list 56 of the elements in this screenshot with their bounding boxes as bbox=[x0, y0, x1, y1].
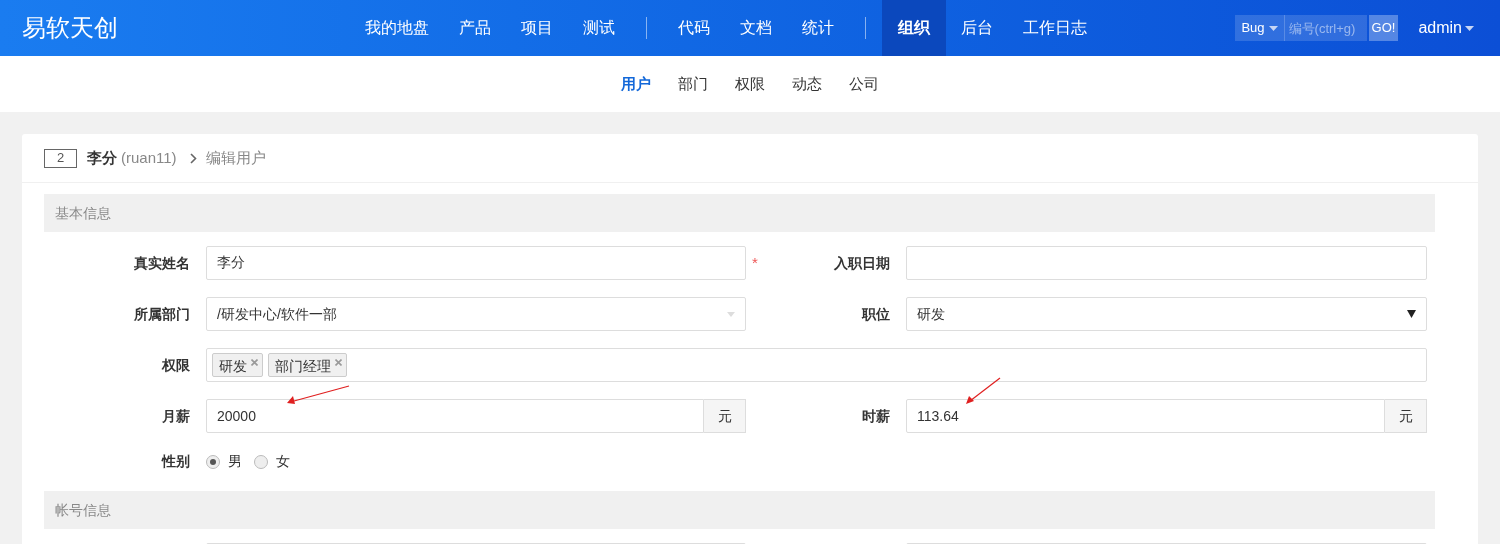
radio-option[interactable]: 女 bbox=[254, 451, 290, 472]
nav-tab[interactable]: 我的地盘 bbox=[350, 0, 444, 56]
go-button[interactable]: GO! bbox=[1368, 15, 1399, 41]
subnav-tab[interactable]: 部门 bbox=[678, 72, 708, 96]
nav-tab[interactable]: 组织 bbox=[882, 0, 946, 56]
nav-tab[interactable]: 后台 bbox=[946, 0, 1008, 56]
subnav-tab[interactable]: 用户 bbox=[621, 72, 651, 96]
close-icon[interactable] bbox=[335, 359, 342, 366]
page-title: 编辑用户 bbox=[205, 147, 266, 168]
caret-icon bbox=[727, 311, 735, 317]
field-label: 性别 bbox=[160, 452, 190, 471]
user-account: (ruan11) bbox=[121, 147, 177, 168]
nav-tab[interactable]: 代码 bbox=[663, 0, 725, 56]
number-field[interactable]: 113.64 bbox=[906, 399, 1385, 433]
subnav-tab[interactable]: 权限 bbox=[735, 72, 765, 96]
field-label: 职位 bbox=[860, 304, 890, 324]
field-label: 时薪 bbox=[861, 406, 890, 426]
required-mark: * bbox=[751, 252, 759, 273]
caret-icon bbox=[1268, 25, 1278, 31]
nav-tab[interactable]: 项目 bbox=[506, 0, 568, 56]
number-field[interactable]: 20000 bbox=[206, 399, 704, 433]
radio-button[interactable] bbox=[254, 454, 268, 469]
nav-tab[interactable]: 测试 bbox=[568, 0, 630, 56]
user-menu[interactable]: admin bbox=[1418, 16, 1474, 40]
radio-button[interactable] bbox=[206, 454, 220, 469]
section-header: 帐号信息 bbox=[44, 491, 1435, 529]
text-field[interactable]: 李分 bbox=[206, 246, 746, 280]
subnav-tab[interactable]: 动态 bbox=[792, 72, 822, 96]
permission-tag[interactable]: 部门经理 bbox=[268, 353, 347, 377]
field-label: 真实姓名 bbox=[133, 253, 190, 273]
close-icon[interactable] bbox=[251, 359, 258, 366]
unit-addon: 元 bbox=[1385, 399, 1427, 433]
nav-tab[interactable]: 工作日志 bbox=[1008, 0, 1102, 56]
chevron-right-icon bbox=[189, 152, 197, 164]
unit-addon: 元 bbox=[704, 399, 746, 433]
permission-field[interactable]: 研发 部门经理 bbox=[206, 348, 1427, 382]
user-id-badge: 2 bbox=[44, 148, 77, 168]
user-name: 李分 bbox=[87, 147, 117, 168]
field-label: 权限 bbox=[161, 355, 190, 375]
department-picker[interactable]: /研发中心/软件一部 bbox=[206, 297, 746, 331]
permission-tag[interactable]: 研发 bbox=[212, 353, 263, 377]
nav-tab[interactable]: 产品 bbox=[444, 0, 506, 56]
position-select[interactable]: 研发 bbox=[906, 297, 1427, 331]
field-label: 月薪 bbox=[161, 406, 190, 426]
text-field[interactable] bbox=[906, 246, 1427, 280]
caret-icon bbox=[1407, 310, 1416, 318]
search-type-dropdown[interactable]: Bug bbox=[1235, 15, 1285, 41]
brand-logo[interactable]: 易软天创 bbox=[22, 10, 342, 46]
radio-option[interactable]: 男 bbox=[206, 451, 242, 472]
subnav-tab[interactable]: 公司 bbox=[849, 72, 879, 96]
nav-tab[interactable]: 统计 bbox=[787, 0, 849, 56]
caret-icon bbox=[1465, 25, 1474, 31]
field-label: 入职日期 bbox=[833, 253, 890, 273]
section-header: 基本信息 bbox=[44, 194, 1435, 232]
field-label: 所属部门 bbox=[133, 304, 190, 324]
nav-tab[interactable]: 文档 bbox=[725, 0, 787, 56]
